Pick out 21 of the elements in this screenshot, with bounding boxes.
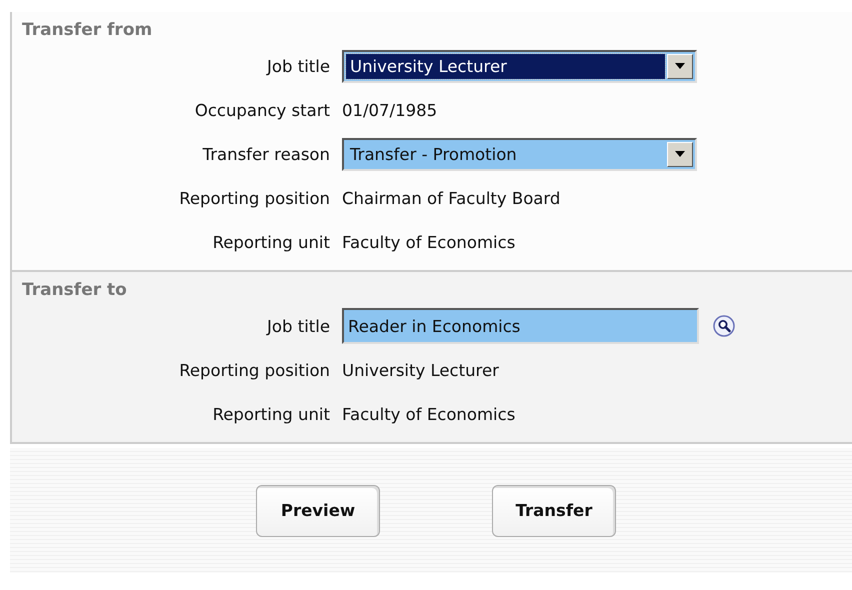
field-label: Job title <box>265 316 331 336</box>
action-button[interactable]: Transfer <box>492 484 616 536</box>
field-value: 01/07/1985 <box>342 100 438 120</box>
input-field[interactable]: Reader in Economics <box>342 308 699 344</box>
field-label: Reporting position <box>178 360 331 380</box>
field-value: Faculty of Economics <box>342 232 516 252</box>
field-label: Job title <box>265 56 331 76</box>
field-label: Reporting unit <box>212 232 331 252</box>
field-label: Transfer reason <box>202 144 331 164</box>
field-value: University Lecturer <box>342 360 499 380</box>
field-label: Reporting unit <box>212 404 331 424</box>
field-value: Chairman of Faculty Board <box>342 188 560 208</box>
dropdown[interactable]: Transfer - Promotion <box>342 138 697 170</box>
field-label: Occupancy start <box>194 100 331 120</box>
search-icon[interactable] <box>713 315 735 337</box>
section-title: Transfer to <box>22 280 127 300</box>
action-button[interactable]: Preview <box>256 484 380 536</box>
dropdown[interactable]: University Lecturer <box>342 50 697 82</box>
section-title: Transfer from <box>22 20 152 40</box>
field-value: Faculty of Economics <box>342 404 516 424</box>
field-label: Reporting position <box>178 188 331 208</box>
